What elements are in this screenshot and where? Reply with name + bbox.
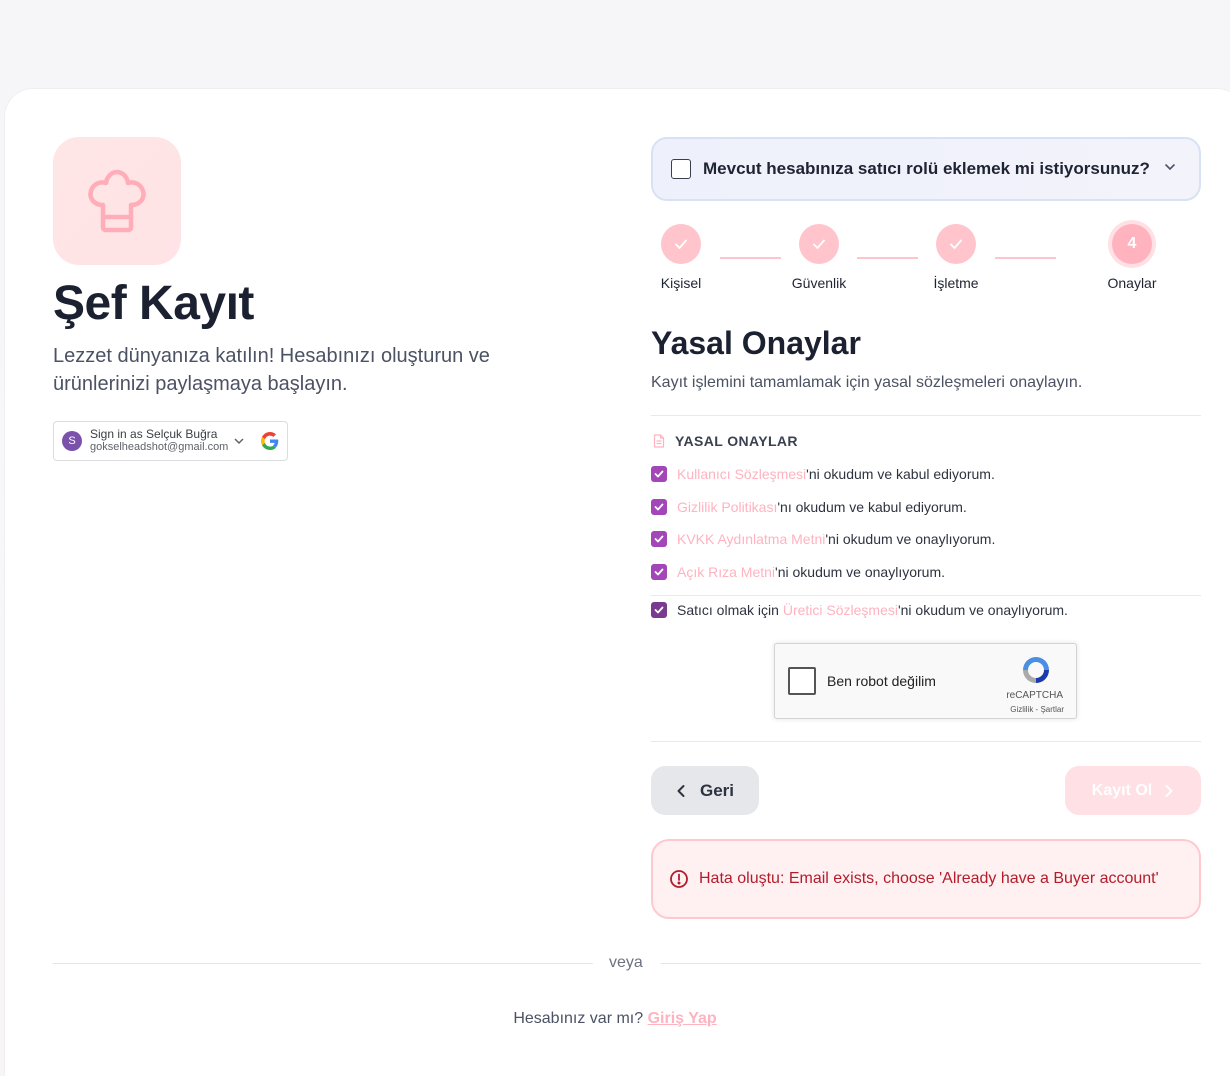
register-button[interactable]: Kayıt Ol bbox=[1065, 766, 1201, 815]
consent-text: 'ni okudum ve onaylıyorum. bbox=[825, 531, 996, 547]
back-button-label: Geri bbox=[699, 780, 735, 800]
chevron-down-icon[interactable] bbox=[1163, 160, 1177, 174]
alert-circle-icon bbox=[670, 870, 688, 888]
error-message: Hata oluştu: Email exists, choose 'Alrea… bbox=[699, 870, 1159, 887]
step-security: Güvenlik bbox=[779, 224, 859, 291]
divider bbox=[651, 741, 1201, 742]
step-label: İşletme bbox=[933, 275, 979, 291]
consent-prefix: Satıcı olmak için bbox=[677, 602, 783, 618]
document-icon bbox=[653, 434, 665, 448]
checkbox-checked[interactable] bbox=[651, 564, 667, 580]
chevron-down-icon bbox=[234, 438, 244, 445]
step-label: Güvenlik bbox=[791, 275, 847, 291]
consent-text: 'nı okudum ve kabul ediyorum. bbox=[777, 499, 967, 515]
step-number: 4 bbox=[1112, 224, 1152, 264]
step-personal: Kişisel bbox=[641, 224, 721, 291]
consent-kvkk[interactable]: KVKK Aydınlatma Metni'ni okudum ve onayl… bbox=[651, 531, 995, 547]
back-button[interactable]: Geri bbox=[651, 766, 759, 815]
check-icon bbox=[661, 224, 701, 264]
error-alert: Hata oluştu: Email exists, choose 'Alrea… bbox=[651, 839, 1201, 919]
login-prompt-text: Hesabınız var mı? bbox=[513, 1010, 644, 1027]
explicit-consent-link[interactable]: Açık Rıza Metni bbox=[677, 564, 775, 580]
check-icon bbox=[936, 224, 976, 264]
step-label: Onaylar bbox=[1107, 275, 1157, 291]
recaptcha-label: Ben robot değilim bbox=[827, 673, 936, 689]
page-title: Şef Kayıt bbox=[53, 277, 254, 330]
step-connector bbox=[720, 257, 781, 259]
divider bbox=[651, 595, 1201, 596]
register-button-label: Kayıt Ol bbox=[1091, 781, 1153, 799]
avatar: S bbox=[62, 431, 82, 451]
section-subtitle: Kayıt işlemini tamamlamak için yasal söz… bbox=[651, 374, 1083, 391]
privacy-policy-link[interactable]: Gizlilik Politikası bbox=[677, 499, 777, 515]
or-divider-text: veya bbox=[609, 954, 643, 971]
chef-hat-icon bbox=[88, 169, 146, 233]
section-title: Yasal Onaylar bbox=[651, 325, 861, 361]
login-prompt: Hesabınız var mı? Giriş Yap bbox=[0, 1010, 1230, 1028]
consent-text: 'ni okudum ve onaylıyorum. bbox=[775, 564, 946, 580]
checkbox-checked[interactable] bbox=[651, 602, 667, 618]
consents-group-title: YASAL ONAYLAR bbox=[653, 433, 798, 449]
consent-privacy-policy[interactable]: Gizlilik Politikası'nı okudum ve kabul e… bbox=[651, 499, 967, 515]
check-icon bbox=[799, 224, 839, 264]
add-seller-role-toggle[interactable]: Mevcut hesabınıza satıcı rolü eklemek mi… bbox=[651, 137, 1201, 201]
checkbox-checked[interactable] bbox=[651, 499, 667, 515]
registration-card bbox=[5, 89, 1230, 1076]
chef-logo bbox=[53, 137, 181, 265]
recaptcha-icon bbox=[1023, 657, 1049, 683]
checkbox-checked[interactable] bbox=[651, 466, 667, 482]
page-subtitle: Lezzet dünyanıza katılın! Hesabınızı olu… bbox=[53, 345, 490, 395]
google-account-email: gokselheadshot@gmail.com bbox=[90, 441, 229, 453]
kvkk-link[interactable]: KVKK Aydınlatma Metni bbox=[677, 531, 825, 547]
google-account-name: Sign in as Selçuk Buğra bbox=[90, 427, 218, 441]
recaptcha-terms-link[interactable]: Gizlilik - Şartlar bbox=[1010, 705, 1064, 714]
divider bbox=[651, 415, 1201, 416]
checkbox-checked[interactable] bbox=[651, 531, 667, 547]
consent-producer-agreement[interactable]: Satıcı olmak için Üretici Sözleşmesi'ni … bbox=[651, 602, 1068, 618]
consent-explicit[interactable]: Açık Rıza Metni'ni okudum ve onaylıyorum… bbox=[651, 564, 945, 580]
recaptcha-brand: reCAPTCHA bbox=[1006, 690, 1063, 701]
divider bbox=[53, 963, 593, 964]
divider bbox=[661, 963, 1201, 964]
step-connector bbox=[995, 257, 1056, 259]
recaptcha-checkbox[interactable] bbox=[788, 667, 816, 695]
step-business: İşletme bbox=[916, 224, 996, 291]
step-connector bbox=[857, 257, 918, 259]
google-g-icon bbox=[261, 432, 279, 450]
add-seller-role-label: Mevcut hesabınıza satıcı rolü eklemek mi… bbox=[703, 159, 1150, 178]
step-approvals: 4 Onaylar bbox=[1092, 224, 1172, 291]
consent-text: 'ni okudum ve onaylıyorum. bbox=[897, 602, 1068, 618]
consent-text: 'ni okudum ve kabul ediyorum. bbox=[806, 466, 995, 482]
add-seller-role-checkbox[interactable] bbox=[671, 159, 691, 179]
google-signin-button[interactable]: S Sign in as Selçuk Buğra gokselheadshot… bbox=[53, 421, 288, 461]
producer-agreement-link[interactable]: Üretici Sözleşmesi bbox=[783, 602, 898, 618]
login-link[interactable]: Giriş Yap bbox=[648, 1010, 717, 1027]
consent-user-agreement[interactable]: Kullanıcı Sözleşmesi'ni okudum ve kabul … bbox=[651, 466, 995, 482]
consents-group-label: YASAL ONAYLAR bbox=[675, 433, 798, 449]
chevron-left-icon bbox=[677, 784, 685, 797]
recaptcha-widget: Ben robot değilim reCAPTCHA Gizlilik - Ş… bbox=[774, 643, 1077, 719]
chevron-right-icon bbox=[1165, 784, 1173, 797]
step-label: Kişisel bbox=[660, 275, 702, 291]
user-agreement-link[interactable]: Kullanıcı Sözleşmesi bbox=[677, 466, 806, 482]
